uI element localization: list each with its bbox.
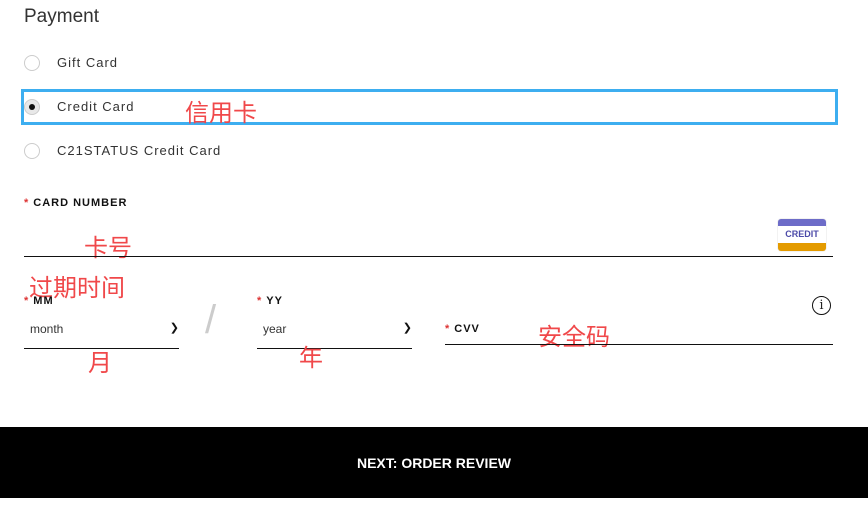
annotation-year: 年 <box>299 344 323 372</box>
card-number-label: * CARD NUMBER <box>24 197 128 209</box>
annotation-cvv: 安全码 <box>538 323 610 351</box>
card-number-input[interactable] <box>24 256 833 257</box>
cvv-label: * CVV <box>445 323 480 335</box>
gift-card-label[interactable]: Gift Card <box>57 55 118 70</box>
date-separator: / <box>205 298 217 342</box>
yy-label: * YY <box>257 295 283 307</box>
credit-card-label[interactable]: Credit Card <box>57 99 134 114</box>
c21status-radio[interactable] <box>24 143 40 159</box>
info-icon[interactable]: i <box>812 296 831 315</box>
mm-label: * MM <box>24 295 54 307</box>
gift-card-radio[interactable] <box>24 55 40 71</box>
annotation-credit-card: 信用卡 <box>185 99 257 127</box>
year-select[interactable]: year ❯ <box>257 320 412 349</box>
annotation-card-number: 卡号 <box>84 234 132 262</box>
credit-card-highlight <box>21 89 838 125</box>
annotation-month: 月 <box>88 349 112 377</box>
cvv-input[interactable] <box>445 344 833 345</box>
page-title: Payment <box>24 6 99 27</box>
c21status-label[interactable]: C21STATUS Credit Card <box>57 143 221 158</box>
next-order-review-button[interactable]: NEXT: ORDER REVIEW <box>0 427 868 498</box>
chevron-down-icon: ❯ <box>169 322 179 334</box>
chevron-down-icon: ❯ <box>402 322 412 334</box>
credit-card-radio[interactable] <box>24 99 40 115</box>
credit-card-icon: CREDIT <box>778 219 826 251</box>
